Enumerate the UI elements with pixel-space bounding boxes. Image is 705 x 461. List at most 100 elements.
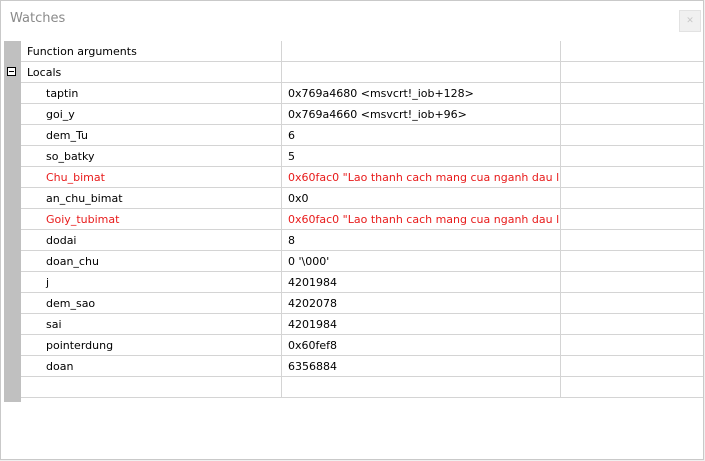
watch-name: Locals [27, 66, 62, 79]
watch-name-cell[interactable]: j [21, 272, 282, 293]
watch-value-cell[interactable]: 8 [282, 230, 561, 251]
watch-row[interactable]: so_batky 5 [4, 146, 703, 167]
watch-value: 0 '\000' [288, 255, 330, 268]
watch-value: 4201984 [288, 276, 337, 289]
watch-name-cell[interactable]: Chu_bimat [21, 167, 282, 188]
watch-value-cell[interactable]: 0x60fac0 "Lao thanh cach mang cua nganh … [282, 209, 561, 230]
watch-value: 0x60fef8 [288, 339, 338, 352]
watch-name-cell[interactable]: pointerdung [21, 335, 282, 356]
close-button[interactable]: ✕ [679, 10, 701, 32]
watch-name-cell[interactable]: doan_chu [21, 251, 282, 272]
watch-row[interactable]: dem_sao 4202078 [4, 293, 703, 314]
watch-name: pointerdung [46, 339, 114, 352]
watch-extra-cell [561, 293, 703, 314]
watch-value-cell[interactable]: 0x0 [282, 188, 561, 209]
watch-value: 4202078 [288, 297, 337, 310]
watch-name: dem_Tu [46, 129, 88, 142]
watch-value-cell[interactable] [282, 41, 561, 62]
watch-row[interactable]: j 4201984 [4, 272, 703, 293]
watch-row-empty[interactable] [4, 377, 703, 398]
watch-value: 5 [288, 150, 295, 163]
watch-row[interactable]: doan_chu 0 '\000' [4, 251, 703, 272]
watch-name: taptin [46, 87, 79, 100]
watch-extra-cell [561, 230, 703, 251]
watch-extra-cell [561, 167, 703, 188]
watch-row[interactable]: goi_y 0x769a4660 <msvcrt!_iob+96> [4, 104, 703, 125]
watch-value: 8 [288, 234, 295, 247]
watch-value-cell[interactable]: 0x60fef8 [282, 335, 561, 356]
watch-name-cell[interactable]: sai [21, 314, 282, 335]
watch-extra-cell [561, 251, 703, 272]
watch-name-cell[interactable]: doan [21, 356, 282, 377]
watch-extra-cell [561, 272, 703, 293]
watch-value-cell[interactable]: 0x769a4660 <msvcrt!_iob+96> [282, 104, 561, 125]
watches-window: Watches ✕ Function arguments Locals tapt… [0, 0, 704, 460]
watch-name-cell[interactable]: goi_y [21, 104, 282, 125]
watch-row[interactable]: Function arguments [4, 41, 703, 62]
watch-name: dodai [46, 234, 77, 247]
watch-row-changed[interactable]: Chu_bimat 0x60fac0 "Lao thanh cach mang … [4, 167, 703, 188]
watch-row[interactable]: dodai 8 [4, 230, 703, 251]
watch-name-cell[interactable] [21, 377, 282, 398]
watch-value-cell[interactable]: 0x769a4680 <msvcrt!_iob+128> [282, 83, 561, 104]
watch-value-cell[interactable]: 5 [282, 146, 561, 167]
watch-value-cell[interactable]: 4202078 [282, 293, 561, 314]
watch-row[interactable]: an_chu_bimat 0x0 [4, 188, 703, 209]
watch-extra-cell [561, 335, 703, 356]
watch-name: j [46, 276, 50, 289]
watch-name: sai [46, 318, 62, 331]
watch-value-cell[interactable]: 0 '\000' [282, 251, 561, 272]
watch-extra-cell [561, 314, 703, 335]
watch-name-cell[interactable]: an_chu_bimat [21, 188, 282, 209]
watch-value: 4201984 [288, 318, 337, 331]
watch-name-cell[interactable]: Function arguments [21, 41, 282, 62]
watch-extra-cell [561, 125, 703, 146]
watch-value-cell[interactable]: 4201984 [282, 314, 561, 335]
watch-name-cell[interactable]: Locals [21, 62, 282, 83]
watch-row[interactable]: taptin 0x769a4680 <msvcrt!_iob+128> [4, 83, 703, 104]
watch-name-cell[interactable]: taptin [21, 83, 282, 104]
watch-row[interactable]: pointerdung 0x60fef8 [4, 335, 703, 356]
watch-value-cell[interactable]: 0x60fac0 "Lao thanh cach mang cua nganh … [282, 167, 561, 188]
watch-extra-cell [561, 104, 703, 125]
watch-name: doan_chu [46, 255, 99, 268]
watches-grid: Function arguments Locals taptin 0x769a4… [4, 41, 703, 402]
watch-value: 0x769a4680 <msvcrt!_iob+128> [288, 87, 474, 100]
watch-name-cell[interactable]: Goiy_tubimat [21, 209, 282, 230]
close-icon: ✕ [686, 16, 694, 26]
watch-row[interactable]: dem_Tu 6 [4, 125, 703, 146]
watch-name: Function arguments [27, 45, 137, 58]
watch-name: so_batky [46, 150, 95, 163]
watch-name-cell[interactable]: dem_sao [21, 293, 282, 314]
watch-value-cell[interactable]: 6 [282, 125, 561, 146]
title-bar[interactable]: Watches ✕ [1, 1, 703, 39]
watch-name: Chu_bimat [46, 171, 105, 184]
watch-row[interactable]: sai 4201984 [4, 314, 703, 335]
watch-name-cell[interactable]: dodai [21, 230, 282, 251]
watch-name-cell[interactable]: so_batky [21, 146, 282, 167]
watch-name: dem_sao [46, 297, 96, 310]
window-title: Watches [10, 11, 66, 26]
watch-value-cell[interactable]: 4201984 [282, 272, 561, 293]
watch-row-changed[interactable]: Goiy_tubimat 0x60fac0 "Lao thanh cach ma… [4, 209, 703, 230]
watch-value-cell[interactable]: 6356884 [282, 356, 561, 377]
watch-name: goi_y [46, 108, 75, 121]
watch-value: 0x60fac0 "Lao thanh cach mang cua nganh … [288, 213, 560, 226]
watch-value-cell[interactable] [282, 62, 561, 83]
watch-extra-cell [561, 356, 703, 377]
watch-extra-cell [561, 146, 703, 167]
collapse-icon[interactable] [7, 67, 16, 76]
watch-extra-cell [561, 41, 703, 62]
watch-value: 0x0 [288, 192, 309, 205]
watch-value: 6 [288, 129, 295, 142]
watch-extra-cell [561, 83, 703, 104]
watch-value: 0x769a4660 <msvcrt!_iob+96> [288, 108, 467, 121]
watch-row[interactable]: doan 6356884 [4, 356, 703, 377]
watch-value: 0x60fac0 "Lao thanh cach mang cua nganh … [288, 171, 560, 184]
watch-name: Goiy_tubimat [46, 213, 120, 226]
watch-extra-cell [561, 377, 703, 398]
watch-value-cell[interactable] [282, 377, 561, 398]
watch-row-locals[interactable]: Locals [4, 62, 703, 83]
watch-name-cell[interactable]: dem_Tu [21, 125, 282, 146]
watch-name: an_chu_bimat [46, 192, 123, 205]
